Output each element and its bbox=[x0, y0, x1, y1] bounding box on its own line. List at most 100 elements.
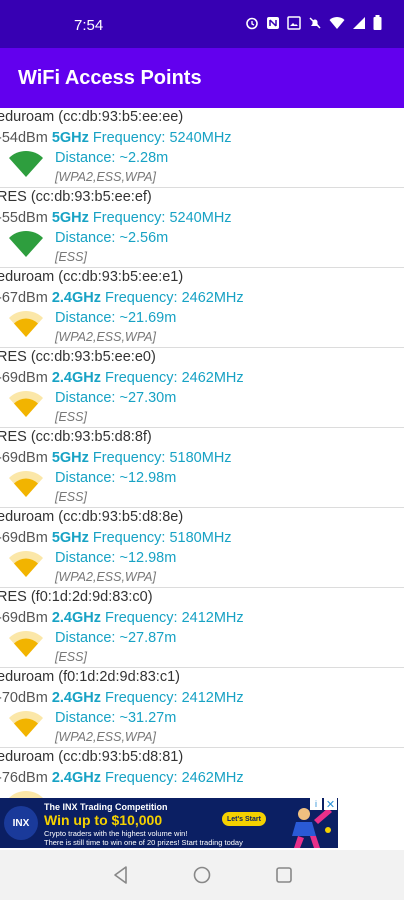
list-item[interactable]: eduroam (cc:db:93:b5:ee:e1) -67dBm 2.4GH… bbox=[0, 268, 404, 348]
signal-icon bbox=[352, 16, 366, 35]
ap-signal-line: -54dBm 5GHz Frequency: 5240MHz bbox=[0, 130, 232, 146]
ap-frequency: Frequency: 2462MHz bbox=[105, 770, 244, 786]
ap-name: RES (cc:db:93:b5:d8:8f) bbox=[0, 429, 152, 445]
list-item[interactable]: eduroam (f0:1d:2d:9d:83:c1) -70dBm 2.4GH… bbox=[0, 668, 404, 748]
app-bar: WiFi Access Points bbox=[0, 48, 404, 108]
ap-signal-line: -69dBm 2.4GHz Frequency: 2412MHz bbox=[0, 610, 244, 626]
wifi-medium-icon bbox=[7, 790, 45, 798]
list-item[interactable]: RES (cc:db:93:b5:ee:ef) -55dBm 5GHz Freq… bbox=[0, 188, 404, 268]
ap-frequency: Frequency: 5240MHz bbox=[92, 210, 232, 226]
ap-signal-line: -76dBm 2.4GHz Frequency: 2462MHz bbox=[0, 770, 244, 786]
list-item[interactable]: RES (cc:db:93:b5:d8:8f) -69dBm 5GHz Freq… bbox=[0, 428, 404, 508]
ap-signal-line: -69dBm 5GHz Frequency: 5180MHz bbox=[0, 450, 232, 466]
wifi-medium-icon bbox=[7, 470, 45, 498]
ap-distance: Distance: ~12.98m bbox=[55, 470, 177, 486]
photo-icon bbox=[287, 15, 301, 35]
ap-frequency: Frequency: 5240MHz bbox=[92, 130, 232, 146]
alarm-icon bbox=[245, 16, 259, 35]
ad-prize: Win up to $10,000 bbox=[44, 812, 163, 828]
ap-capabilities: [ESS] bbox=[55, 250, 87, 264]
list-item[interactable]: RES (cc:db:93:b5:ee:e0) -69dBm 2.4GHz Fr… bbox=[0, 348, 404, 428]
ap-name: eduroam (cc:db:93:b5:ee:ee) bbox=[0, 109, 184, 125]
list-item[interactable]: eduroam (cc:db:93:b5:ee:ee) -54dBm 5GHz … bbox=[0, 108, 404, 188]
status-bar: 7:54 bbox=[0, 0, 404, 48]
home-icon[interactable] bbox=[191, 864, 213, 886]
ap-distance: Distance: ~2.56m bbox=[55, 230, 169, 246]
ap-distance: Distance: ~21.69m bbox=[55, 310, 177, 326]
ap-signal-line: -69dBm 2.4GHz Frequency: 2462MHz bbox=[0, 370, 244, 386]
ap-level: -70dBm bbox=[0, 690, 48, 706]
ap-distance: Distance: ~31.27m bbox=[55, 710, 177, 726]
ap-band: 5GHz bbox=[51, 130, 89, 146]
status-time: 7:54 bbox=[74, 17, 104, 34]
ap-distance: Distance: ~27.30m bbox=[55, 390, 177, 406]
ad-cta-button[interactable]: Let's Start bbox=[222, 812, 266, 826]
wifi-medium-icon bbox=[7, 550, 45, 578]
ap-name: eduroam (cc:db:93:b5:ee:e1) bbox=[0, 269, 184, 285]
ap-capabilities: [ESS] bbox=[55, 490, 87, 504]
ap-capabilities: [WPA2,ESS,WPA] bbox=[55, 570, 156, 584]
recents-icon[interactable] bbox=[273, 864, 295, 886]
ap-band: 2.4GHz bbox=[51, 370, 101, 386]
ad-info-icon[interactable]: i bbox=[310, 798, 322, 810]
ap-distance: Distance: ~2.28m bbox=[55, 150, 169, 166]
list-item[interactable]: eduroam (cc:db:93:b5:d8:81) -76dBm 2.4GH… bbox=[0, 748, 404, 798]
ap-level: -76dBm bbox=[0, 770, 48, 786]
list-item[interactable]: RES (f0:1d:2d:9d:83:c0) -69dBm 2.4GHz Fr… bbox=[0, 588, 404, 668]
ad-logo: INX bbox=[4, 806, 38, 840]
ap-level: -69dBm bbox=[0, 610, 48, 626]
ap-capabilities: [WPA2,ESS,WPA] bbox=[55, 730, 156, 744]
nfc-icon bbox=[266, 16, 280, 35]
ad-line-1: Crypto traders with the highest volume w… bbox=[44, 829, 188, 838]
ap-band: 5GHz bbox=[51, 210, 89, 226]
ap-name: RES (f0:1d:2d:9d:83:c0) bbox=[0, 589, 153, 605]
ap-frequency: Frequency: 5180MHz bbox=[92, 450, 232, 466]
status-icons bbox=[245, 15, 382, 35]
ap-name: eduroam (f0:1d:2d:9d:83:c1) bbox=[0, 669, 180, 685]
ap-band: 2.4GHz bbox=[51, 610, 101, 626]
ap-signal-line: -70dBm 2.4GHz Frequency: 2412MHz bbox=[0, 690, 244, 706]
ap-name: RES (cc:db:93:b5:ee:e0) bbox=[0, 349, 156, 365]
wifi-medium-icon bbox=[7, 310, 45, 338]
wifi-medium-icon bbox=[7, 390, 45, 418]
list-item[interactable]: eduroam (cc:db:93:b5:d8:8e) -69dBm 5GHz … bbox=[0, 508, 404, 588]
battery-icon bbox=[373, 15, 382, 35]
ap-level: -67dBm bbox=[0, 290, 48, 306]
wifi-medium-icon bbox=[7, 630, 45, 658]
wifi-medium-icon bbox=[7, 710, 45, 738]
ad-close-icon[interactable]: ✕ bbox=[324, 798, 337, 811]
ad-headline: The INX Trading Competition bbox=[44, 802, 168, 812]
ap-level: -69dBm bbox=[0, 530, 48, 546]
back-icon[interactable] bbox=[110, 864, 132, 886]
ap-band: 2.4GHz bbox=[51, 770, 101, 786]
ap-level: -69dBm bbox=[0, 370, 48, 386]
ap-level: -54dBm bbox=[0, 130, 48, 146]
ap-distance: Distance: ~12.98m bbox=[55, 550, 177, 566]
ap-frequency: Frequency: 2412MHz bbox=[105, 610, 244, 626]
ap-frequency: Frequency: 2462MHz bbox=[105, 290, 244, 306]
ad-banner[interactable]: INX The INX Trading Competition Win up t… bbox=[0, 798, 338, 848]
ap-capabilities: [ESS] bbox=[55, 650, 87, 664]
ap-capabilities: [WPA2,ESS,WPA] bbox=[55, 170, 156, 184]
nav-bar bbox=[0, 850, 404, 900]
ap-name: eduroam (cc:db:93:b5:d8:8e) bbox=[0, 509, 184, 525]
ap-distance: Distance: ~27.87m bbox=[55, 630, 177, 646]
ap-name: RES (cc:db:93:b5:ee:ef) bbox=[0, 189, 152, 205]
ap-band: 5GHz bbox=[51, 530, 89, 546]
ap-capabilities: [ESS] bbox=[55, 410, 87, 424]
ad-line-2: There is still time to win one of 20 pri… bbox=[44, 838, 243, 847]
page-title: WiFi Access Points bbox=[18, 67, 202, 89]
ap-signal-line: -67dBm 2.4GHz Frequency: 2462MHz bbox=[0, 290, 244, 306]
ap-level: -55dBm bbox=[0, 210, 48, 226]
wifi-icon bbox=[329, 16, 345, 35]
ap-signal-line: -69dBm 5GHz Frequency: 5180MHz bbox=[0, 530, 232, 546]
wifi-strong-icon bbox=[7, 230, 45, 258]
access-point-list[interactable]: eduroam (cc:db:93:b5:ee:ee) -54dBm 5GHz … bbox=[0, 108, 404, 798]
ap-frequency: Frequency: 2412MHz bbox=[105, 690, 244, 706]
ap-band: 2.4GHz bbox=[51, 290, 101, 306]
ap-band: 2.4GHz bbox=[51, 690, 101, 706]
ap-frequency: Frequency: 2462MHz bbox=[105, 370, 244, 386]
ap-name: eduroam (cc:db:93:b5:d8:81) bbox=[0, 749, 184, 765]
wifi-strong-icon bbox=[7, 150, 45, 178]
ap-frequency: Frequency: 5180MHz bbox=[92, 530, 232, 546]
